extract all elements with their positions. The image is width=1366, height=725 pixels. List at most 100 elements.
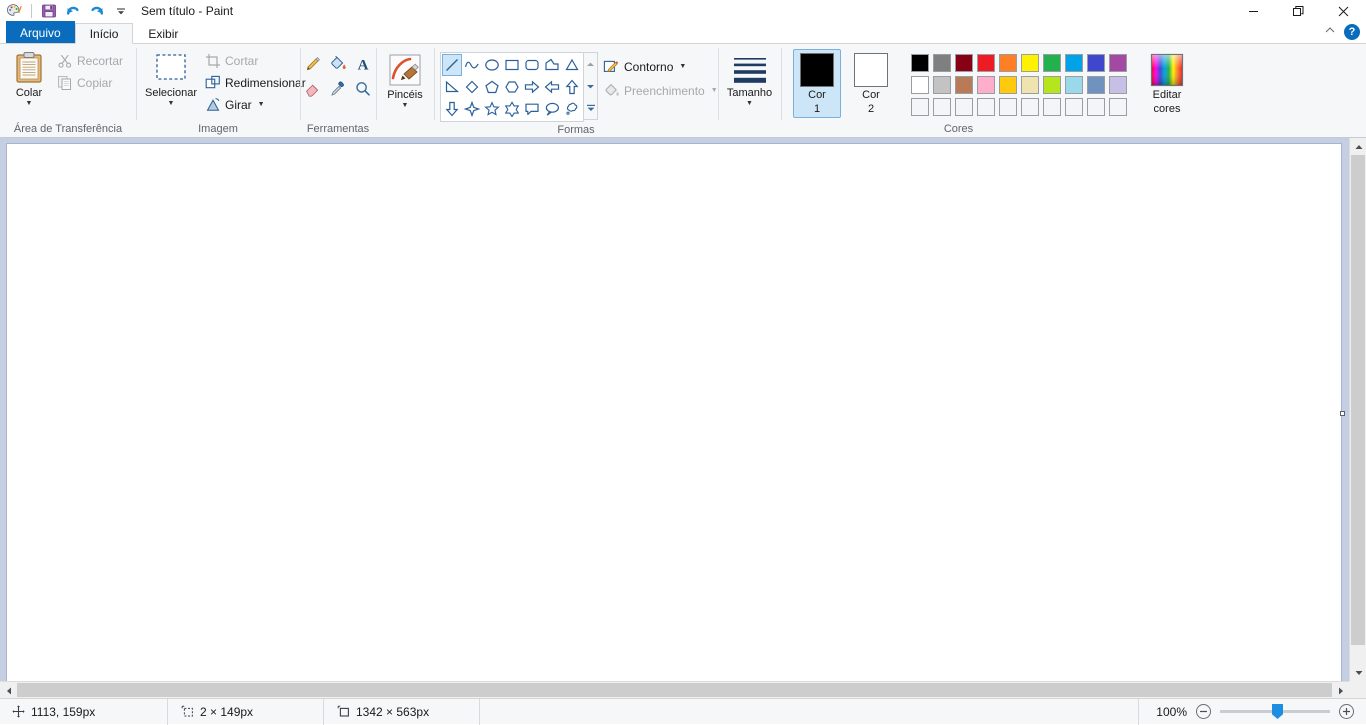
fill-tool[interactable] — [326, 52, 350, 76]
palette-swatch[interactable] — [1107, 52, 1129, 74]
shape-hexagon[interactable] — [502, 76, 522, 98]
palette-custom-slot[interactable] — [1063, 96, 1085, 118]
shape-rounded-callout[interactable] — [522, 98, 542, 120]
zoom-slider-thumb[interactable] — [1272, 704, 1283, 719]
palette-swatch[interactable] — [1019, 74, 1041, 96]
palette-swatch[interactable] — [997, 52, 1019, 74]
chevron-down-icon[interactable]: ▼ — [168, 100, 175, 107]
palette-custom-slot[interactable] — [1107, 96, 1129, 118]
shape-four-point-star[interactable] — [462, 98, 482, 120]
gallery-scroll-down-icon[interactable] — [584, 75, 597, 97]
gallery-more-icon[interactable] — [584, 97, 597, 119]
palette-swatch[interactable] — [953, 74, 975, 96]
tab-inicio[interactable]: Início — [75, 23, 134, 44]
shape-right-triangle[interactable] — [442, 76, 462, 98]
minimize-button[interactable] — [1231, 0, 1276, 22]
shape-five-point-star[interactable] — [482, 98, 502, 120]
copy-button[interactable]: Copiar — [52, 72, 128, 93]
palette-swatch[interactable] — [975, 74, 997, 96]
shape-triangle[interactable] — [562, 54, 582, 76]
chevron-down-icon[interactable]: ▼ — [402, 102, 409, 109]
size-button[interactable]: Tamanho ▼ — [724, 52, 775, 110]
chevron-down-icon[interactable]: ▼ — [258, 101, 265, 108]
tab-exibir[interactable]: Exibir — [133, 23, 193, 44]
shape-cloud-callout[interactable] — [562, 98, 582, 120]
customize-qat-icon[interactable] — [111, 1, 131, 21]
shape-curve[interactable] — [462, 54, 482, 76]
palette-swatch[interactable] — [1041, 52, 1063, 74]
shape-pentagon[interactable] — [482, 76, 502, 98]
palette-swatch[interactable] — [1063, 74, 1085, 96]
palette-swatch[interactable] — [975, 52, 997, 74]
canvas-resize-handle-right[interactable] — [1340, 411, 1345, 416]
palette-swatch[interactable] — [909, 74, 931, 96]
shape-oval[interactable] — [482, 54, 502, 76]
scroll-down-button[interactable] — [1350, 664, 1366, 681]
outline-button[interactable]: Contorno ▼ — [598, 56, 723, 77]
close-button[interactable] — [1321, 0, 1366, 22]
shape-oval-callout[interactable] — [542, 98, 562, 120]
vertical-scrollbar[interactable] — [1349, 138, 1366, 681]
crop-button[interactable]: Cortar — [200, 50, 311, 71]
eraser-tool[interactable] — [301, 77, 325, 101]
palette-swatch[interactable] — [1019, 52, 1041, 74]
cut-button[interactable]: Recortar — [52, 50, 128, 71]
zoom-slider[interactable] — [1220, 704, 1330, 719]
gallery-scroll-up-icon[interactable] — [584, 53, 597, 75]
shape-line[interactable] — [442, 54, 462, 76]
shape-left-arrow[interactable] — [542, 76, 562, 98]
shape-six-point-star[interactable] — [502, 98, 522, 120]
chevron-down-icon[interactable]: ▼ — [746, 100, 753, 107]
zoom-in-button[interactable] — [1339, 704, 1354, 719]
shape-rounded-rectangle[interactable] — [522, 54, 542, 76]
color2-button[interactable]: Cor 2 — [847, 49, 895, 118]
palette-swatch[interactable] — [931, 74, 953, 96]
horizontal-scroll-thumb[interactable] — [17, 683, 1332, 697]
redo-icon[interactable] — [87, 1, 107, 21]
tab-arquivo[interactable]: Arquivo — [6, 21, 75, 43]
chevron-down-icon[interactable]: ▼ — [679, 63, 686, 70]
shape-rectangle[interactable] — [502, 54, 522, 76]
color-picker-tool[interactable] — [326, 77, 350, 101]
scroll-right-button[interactable] — [1332, 682, 1349, 699]
restore-button[interactable] — [1276, 0, 1321, 22]
palette-swatch[interactable] — [1085, 74, 1107, 96]
pencil-tool[interactable] — [301, 52, 325, 76]
chevron-down-icon[interactable]: ▼ — [711, 87, 718, 94]
color1-button[interactable]: Cor 1 — [793, 49, 841, 118]
collapse-ribbon-icon[interactable] — [1324, 23, 1336, 41]
palette-custom-slot[interactable] — [931, 96, 953, 118]
vertical-scroll-track[interactable] — [1350, 155, 1366, 664]
palette-custom-slot[interactable] — [975, 96, 997, 118]
zoom-out-button[interactable] — [1196, 704, 1211, 719]
palette-swatch[interactable] — [1041, 74, 1063, 96]
select-button[interactable]: Selecionar ▼ — [142, 48, 200, 110]
palette-custom-slot[interactable] — [1019, 96, 1041, 118]
palette-custom-slot[interactable] — [1085, 96, 1107, 118]
undo-icon[interactable] — [63, 1, 83, 21]
palette-swatch[interactable] — [1107, 74, 1129, 96]
chevron-down-icon[interactable]: ▼ — [26, 100, 33, 107]
palette-custom-slot[interactable] — [953, 96, 975, 118]
palette-swatch[interactable] — [1063, 52, 1085, 74]
palette-swatch[interactable] — [953, 52, 975, 74]
scroll-left-button[interactable] — [0, 682, 17, 699]
drawing-canvas[interactable] — [6, 143, 1342, 681]
fill-button[interactable]: Preenchimento ▼ — [598, 80, 723, 101]
palette-custom-slot[interactable] — [909, 96, 931, 118]
shape-polygon[interactable] — [542, 54, 562, 76]
scroll-up-button[interactable] — [1350, 138, 1366, 155]
shape-diamond[interactable] — [462, 76, 482, 98]
palette-custom-slot[interactable] — [997, 96, 1019, 118]
resize-button[interactable]: Redimensionar — [200, 72, 311, 93]
paint-palette-icon[interactable] — [4, 1, 24, 21]
vertical-scroll-thumb[interactable] — [1351, 155, 1365, 645]
palette-swatch[interactable] — [931, 52, 953, 74]
help-button[interactable]: ? — [1344, 24, 1360, 40]
shape-down-arrow[interactable] — [442, 98, 462, 120]
text-tool[interactable]: A — [351, 52, 375, 76]
horizontal-scroll-track[interactable] — [17, 682, 1332, 698]
palette-swatch[interactable] — [1085, 52, 1107, 74]
horizontal-scrollbar[interactable] — [0, 681, 1349, 698]
magnifier-tool[interactable] — [351, 77, 375, 101]
